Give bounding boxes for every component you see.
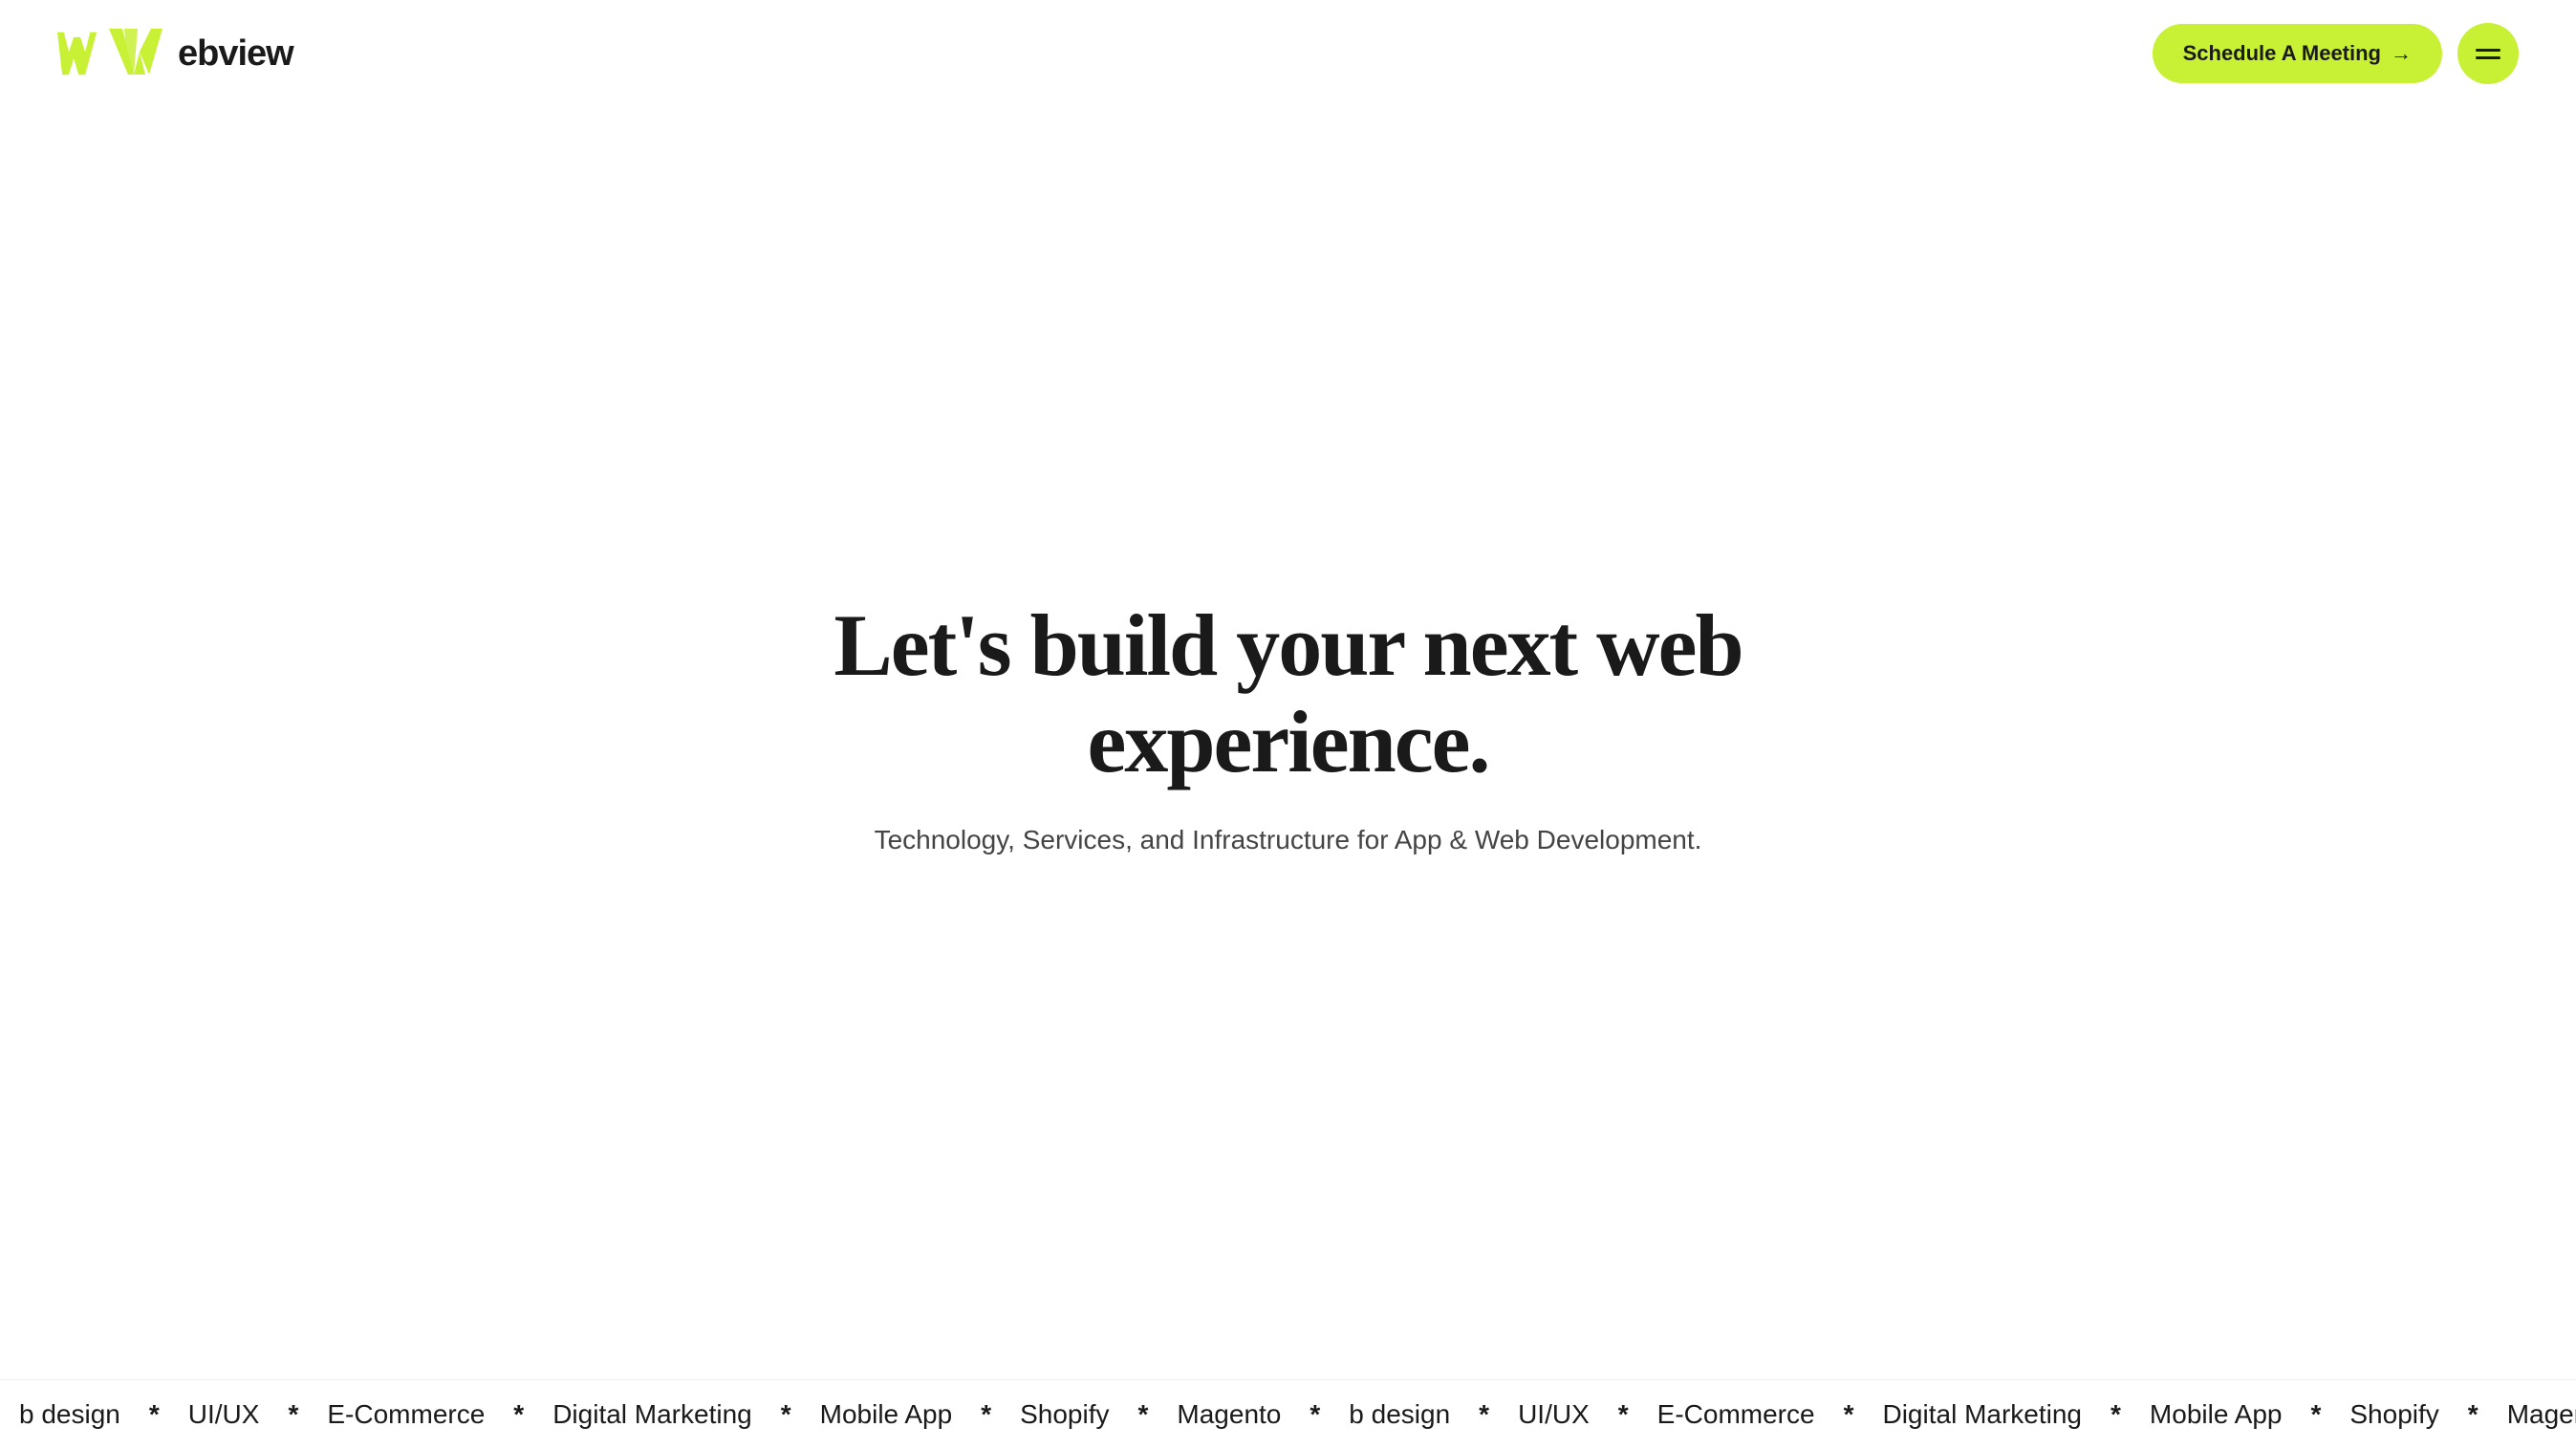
ticker-item-mobile-app-2: Mobile App bbox=[2131, 1399, 2302, 1430]
ticker-sep-2: * bbox=[278, 1399, 308, 1430]
ticker-item-mobile-app: Mobile App bbox=[801, 1399, 972, 1430]
logo-text: ebview bbox=[178, 33, 293, 75]
ticker-item-ecommerce: E-Commerce bbox=[308, 1399, 504, 1430]
ticker-item-ecommerce-2: E-Commerce bbox=[1638, 1399, 1834, 1430]
ticker-item-digital-marketing-2: Digital Marketing bbox=[1863, 1399, 2101, 1430]
schedule-btn-label: Schedule A Meeting bbox=[2183, 41, 2381, 66]
logo-wordmark: ebview bbox=[107, 23, 293, 84]
ticker-sep-10: * bbox=[1834, 1399, 1864, 1430]
ticker-sep-5: * bbox=[971, 1399, 1001, 1430]
header-right: Schedule A Meeting → bbox=[2153, 23, 2519, 84]
hero-section: Let's build your next web experience. Te… bbox=[0, 107, 2576, 1365]
schedule-meeting-button[interactable]: Schedule A Meeting → bbox=[2153, 24, 2442, 83]
ticker-sep-11: * bbox=[2101, 1399, 2131, 1430]
ticker-bar: b design * UI/UX * E-Commerce * Digital … bbox=[0, 1379, 2576, 1449]
ticker-item-web-design-2: b design bbox=[1330, 1399, 1469, 1430]
ticker-sep-3: * bbox=[504, 1399, 533, 1430]
ticker-item-magento: Magento bbox=[1158, 1399, 1300, 1430]
ticker-sep-6: * bbox=[1129, 1399, 1158, 1430]
hero-subtitle: Technology, Services, and Infrastructure… bbox=[875, 825, 1702, 855]
ticker-sep-13: * bbox=[2458, 1399, 2488, 1430]
logo-icon bbox=[57, 25, 103, 82]
hero-title: Let's build your next web experience. bbox=[763, 597, 1814, 790]
ticker-item-digital-marketing: Digital Marketing bbox=[533, 1399, 771, 1430]
ticker-item-uiux: UI/UX bbox=[169, 1399, 279, 1430]
logo[interactable]: ebview bbox=[57, 23, 293, 84]
ticker-sep-7: * bbox=[1300, 1399, 1330, 1430]
arrow-icon: → bbox=[2391, 41, 2412, 66]
ticker-sep-12: * bbox=[2301, 1399, 2330, 1430]
ticker-sep-4: * bbox=[771, 1399, 801, 1430]
ticker-track: b design * UI/UX * E-Commerce * Digital … bbox=[0, 1399, 2576, 1430]
ticker-item-shopify: Shopify bbox=[1001, 1399, 1128, 1430]
ticker-item-magento-2: Magento bbox=[2488, 1399, 2576, 1430]
ticker-sep-9: * bbox=[1609, 1399, 1638, 1430]
ticker-sep-8: * bbox=[1469, 1399, 1499, 1430]
menu-line-middle bbox=[2476, 56, 2500, 59]
ticker-sep-1: * bbox=[140, 1399, 169, 1430]
menu-line-top bbox=[2476, 49, 2500, 52]
ticker-item-shopify-2: Shopify bbox=[2330, 1399, 2457, 1430]
header: ebview Schedule A Meeting → bbox=[0, 0, 2576, 107]
hamburger-menu-button[interactable] bbox=[2457, 23, 2519, 84]
ticker-item-uiux-2: UI/UX bbox=[1499, 1399, 1609, 1430]
ticker-item-web-design: b design bbox=[0, 1399, 140, 1430]
